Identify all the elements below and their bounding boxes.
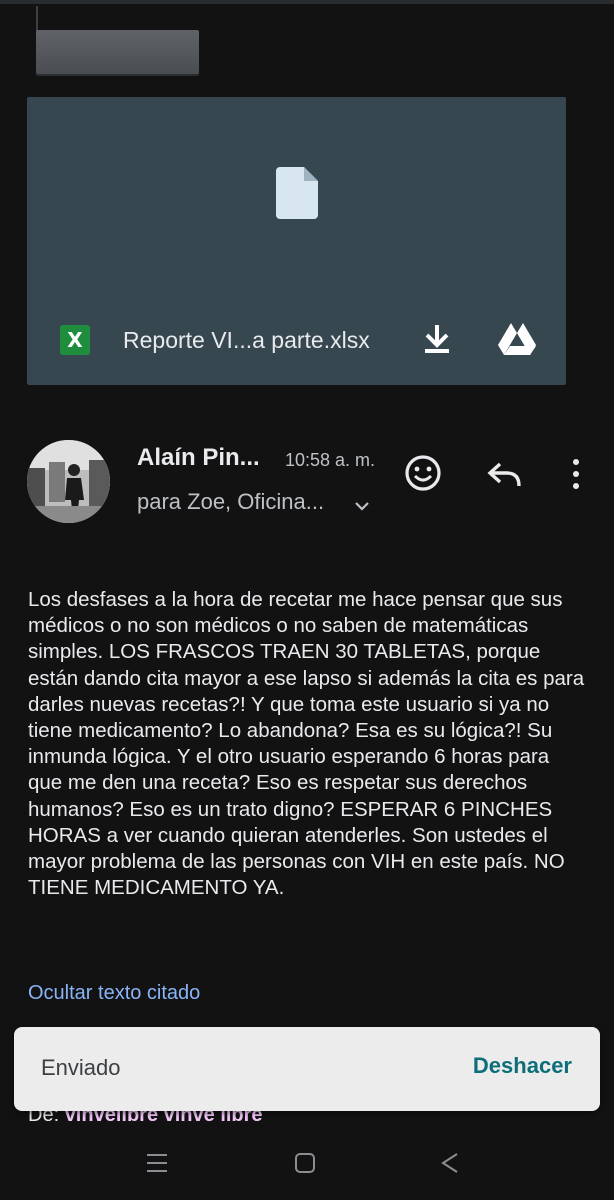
sent-snackbar: Enviado Deshacer (14, 1027, 600, 1111)
sender-avatar[interactable] (27, 440, 110, 523)
home-icon[interactable] (292, 1150, 318, 1176)
back-icon[interactable] (437, 1150, 463, 1176)
undo-button[interactable]: Deshacer (473, 1053, 572, 1079)
hide-quoted-text-link[interactable]: Ocultar texto citado (28, 982, 200, 1005)
reply-icon[interactable] (485, 456, 525, 492)
chevron-down-icon[interactable] (350, 494, 374, 518)
avatar-photo (27, 440, 110, 523)
top-edge (0, 0, 614, 4)
attachment-file-name: Reporte VI...a parte.xlsx (123, 327, 370, 353)
more-options-icon[interactable] (562, 456, 590, 492)
download-icon[interactable] (419, 321, 455, 357)
message-body: Los desfases a la hora de recetar me hac… (28, 588, 585, 900)
snackbar-message: Enviado (41, 1055, 121, 1080)
system-nav-bar (0, 1130, 614, 1200)
file-icon (276, 167, 318, 219)
xlsx-file-icon: X (60, 325, 90, 355)
emoji-reaction-icon[interactable] (402, 452, 444, 494)
quoted-image-thumbnail[interactable] (36, 30, 199, 74)
google-drive-icon[interactable] (497, 319, 537, 359)
sent-time: 10:58 a. m. (285, 450, 376, 470)
sender-name[interactable]: Alaín Pin... (137, 444, 260, 472)
attachment-card[interactable]: X Reporte VI...a parte.xlsx (27, 97, 566, 385)
recipients-summary[interactable]: para Zoe, Oficina... (137, 489, 324, 515)
recent-apps-icon[interactable] (144, 1150, 170, 1176)
